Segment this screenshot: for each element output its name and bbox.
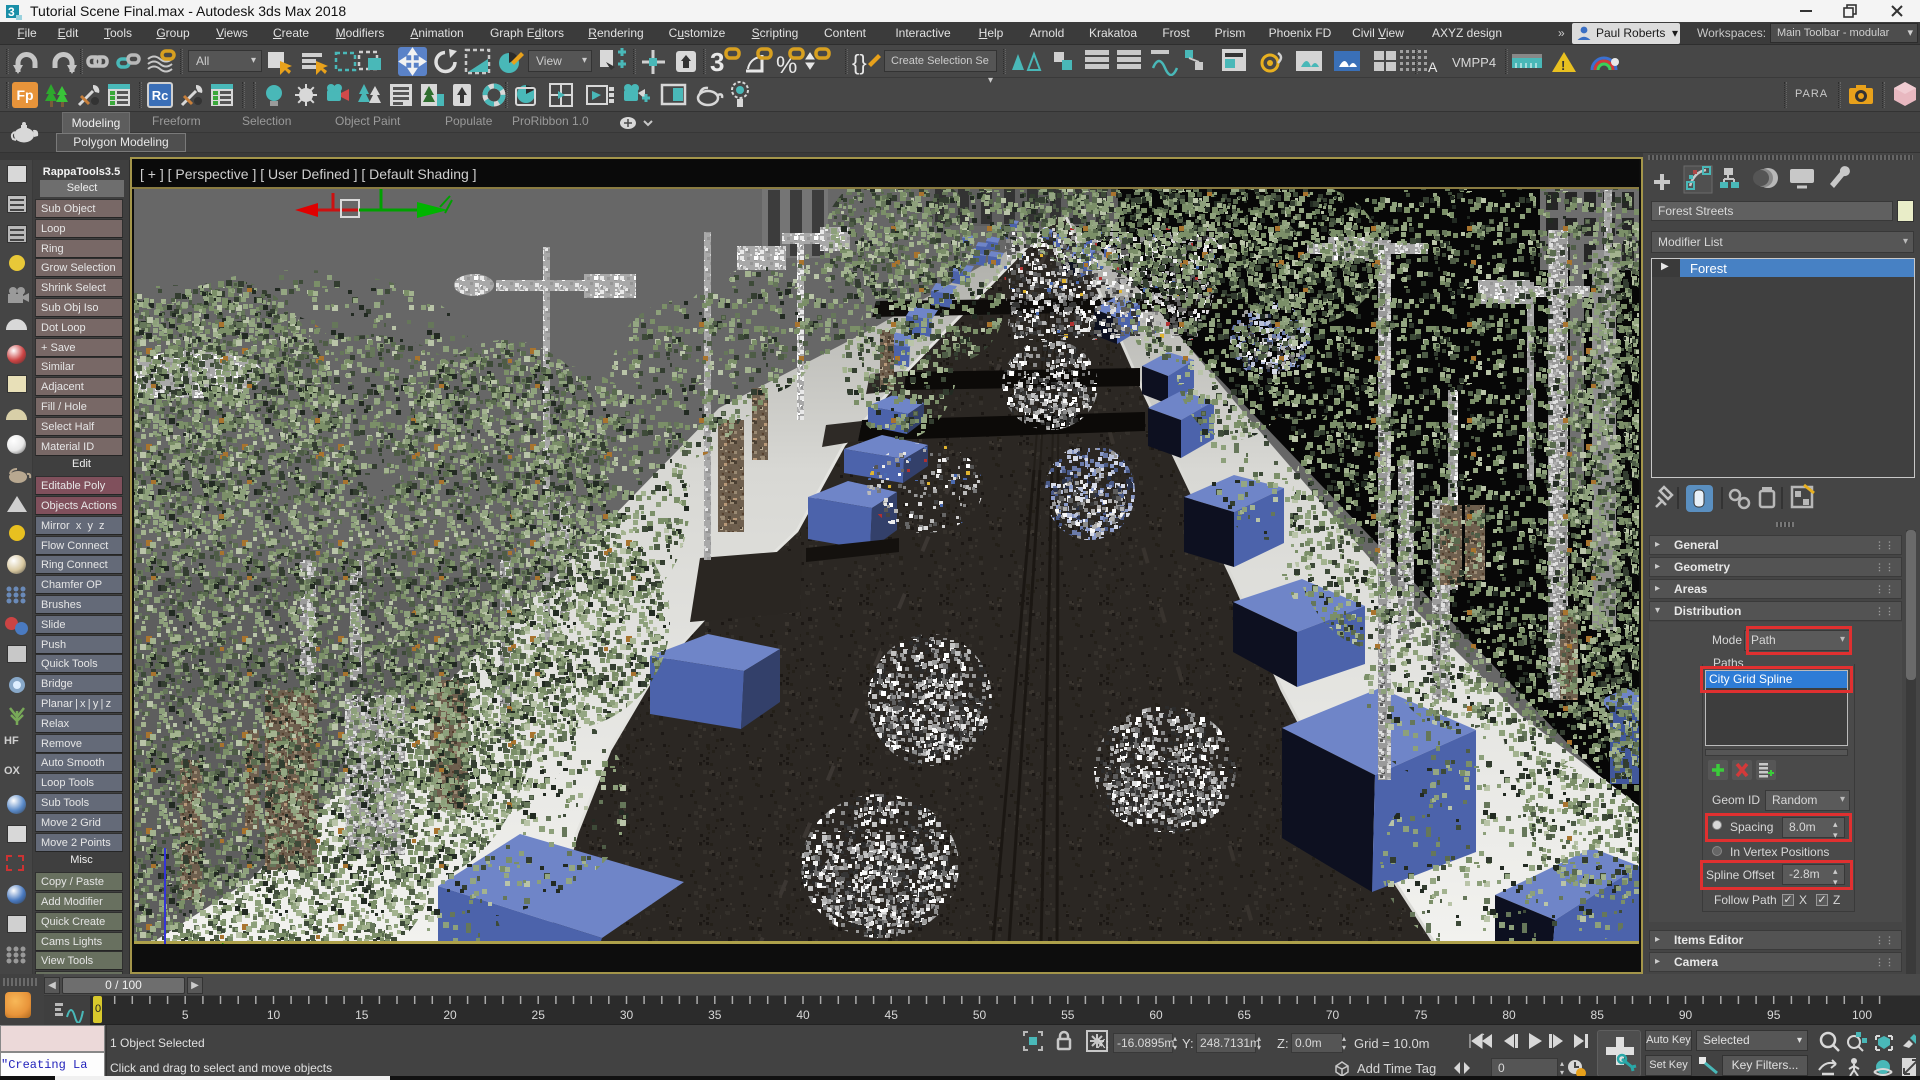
svg-text:55: 55 — [1061, 1008, 1075, 1022]
svg-text:[ + ] [ Perspective ] [ User D: [ + ] [ Perspective ] [ User Defined ] [… — [140, 166, 477, 182]
svg-text:65: 65 — [1238, 1008, 1252, 1022]
svg-text:30: 30 — [620, 1008, 634, 1022]
svg-text:95: 95 — [1767, 1008, 1781, 1022]
svg-text:15: 15 — [355, 1008, 369, 1022]
svg-text:45: 45 — [885, 1008, 899, 1022]
svg-text:90: 90 — [1679, 1008, 1693, 1022]
svg-text:3: 3 — [8, 5, 15, 19]
svg-text:60: 60 — [1149, 1008, 1163, 1022]
svg-text:75: 75 — [1414, 1008, 1428, 1022]
svg-text:{}: {} — [852, 50, 867, 75]
svg-text:35: 35 — [708, 1008, 722, 1022]
svg-text:70: 70 — [1326, 1008, 1340, 1022]
svg-text:50: 50 — [973, 1008, 987, 1022]
svg-text:85: 85 — [1591, 1008, 1605, 1022]
svg-text:A: A — [1428, 59, 1438, 75]
svg-text:10: 10 — [267, 1008, 281, 1022]
svg-text:20: 20 — [443, 1008, 457, 1022]
svg-text:40: 40 — [796, 1008, 810, 1022]
svg-text:5: 5 — [182, 1008, 189, 1022]
svg-text:%: % — [776, 52, 797, 77]
svg-text:80: 80 — [1502, 1008, 1516, 1022]
svg-text:25: 25 — [532, 1008, 546, 1022]
svg-text:100: 100 — [1852, 1008, 1872, 1022]
svg-text:3: 3 — [710, 47, 724, 77]
svg-text:!: ! — [1561, 58, 1565, 73]
